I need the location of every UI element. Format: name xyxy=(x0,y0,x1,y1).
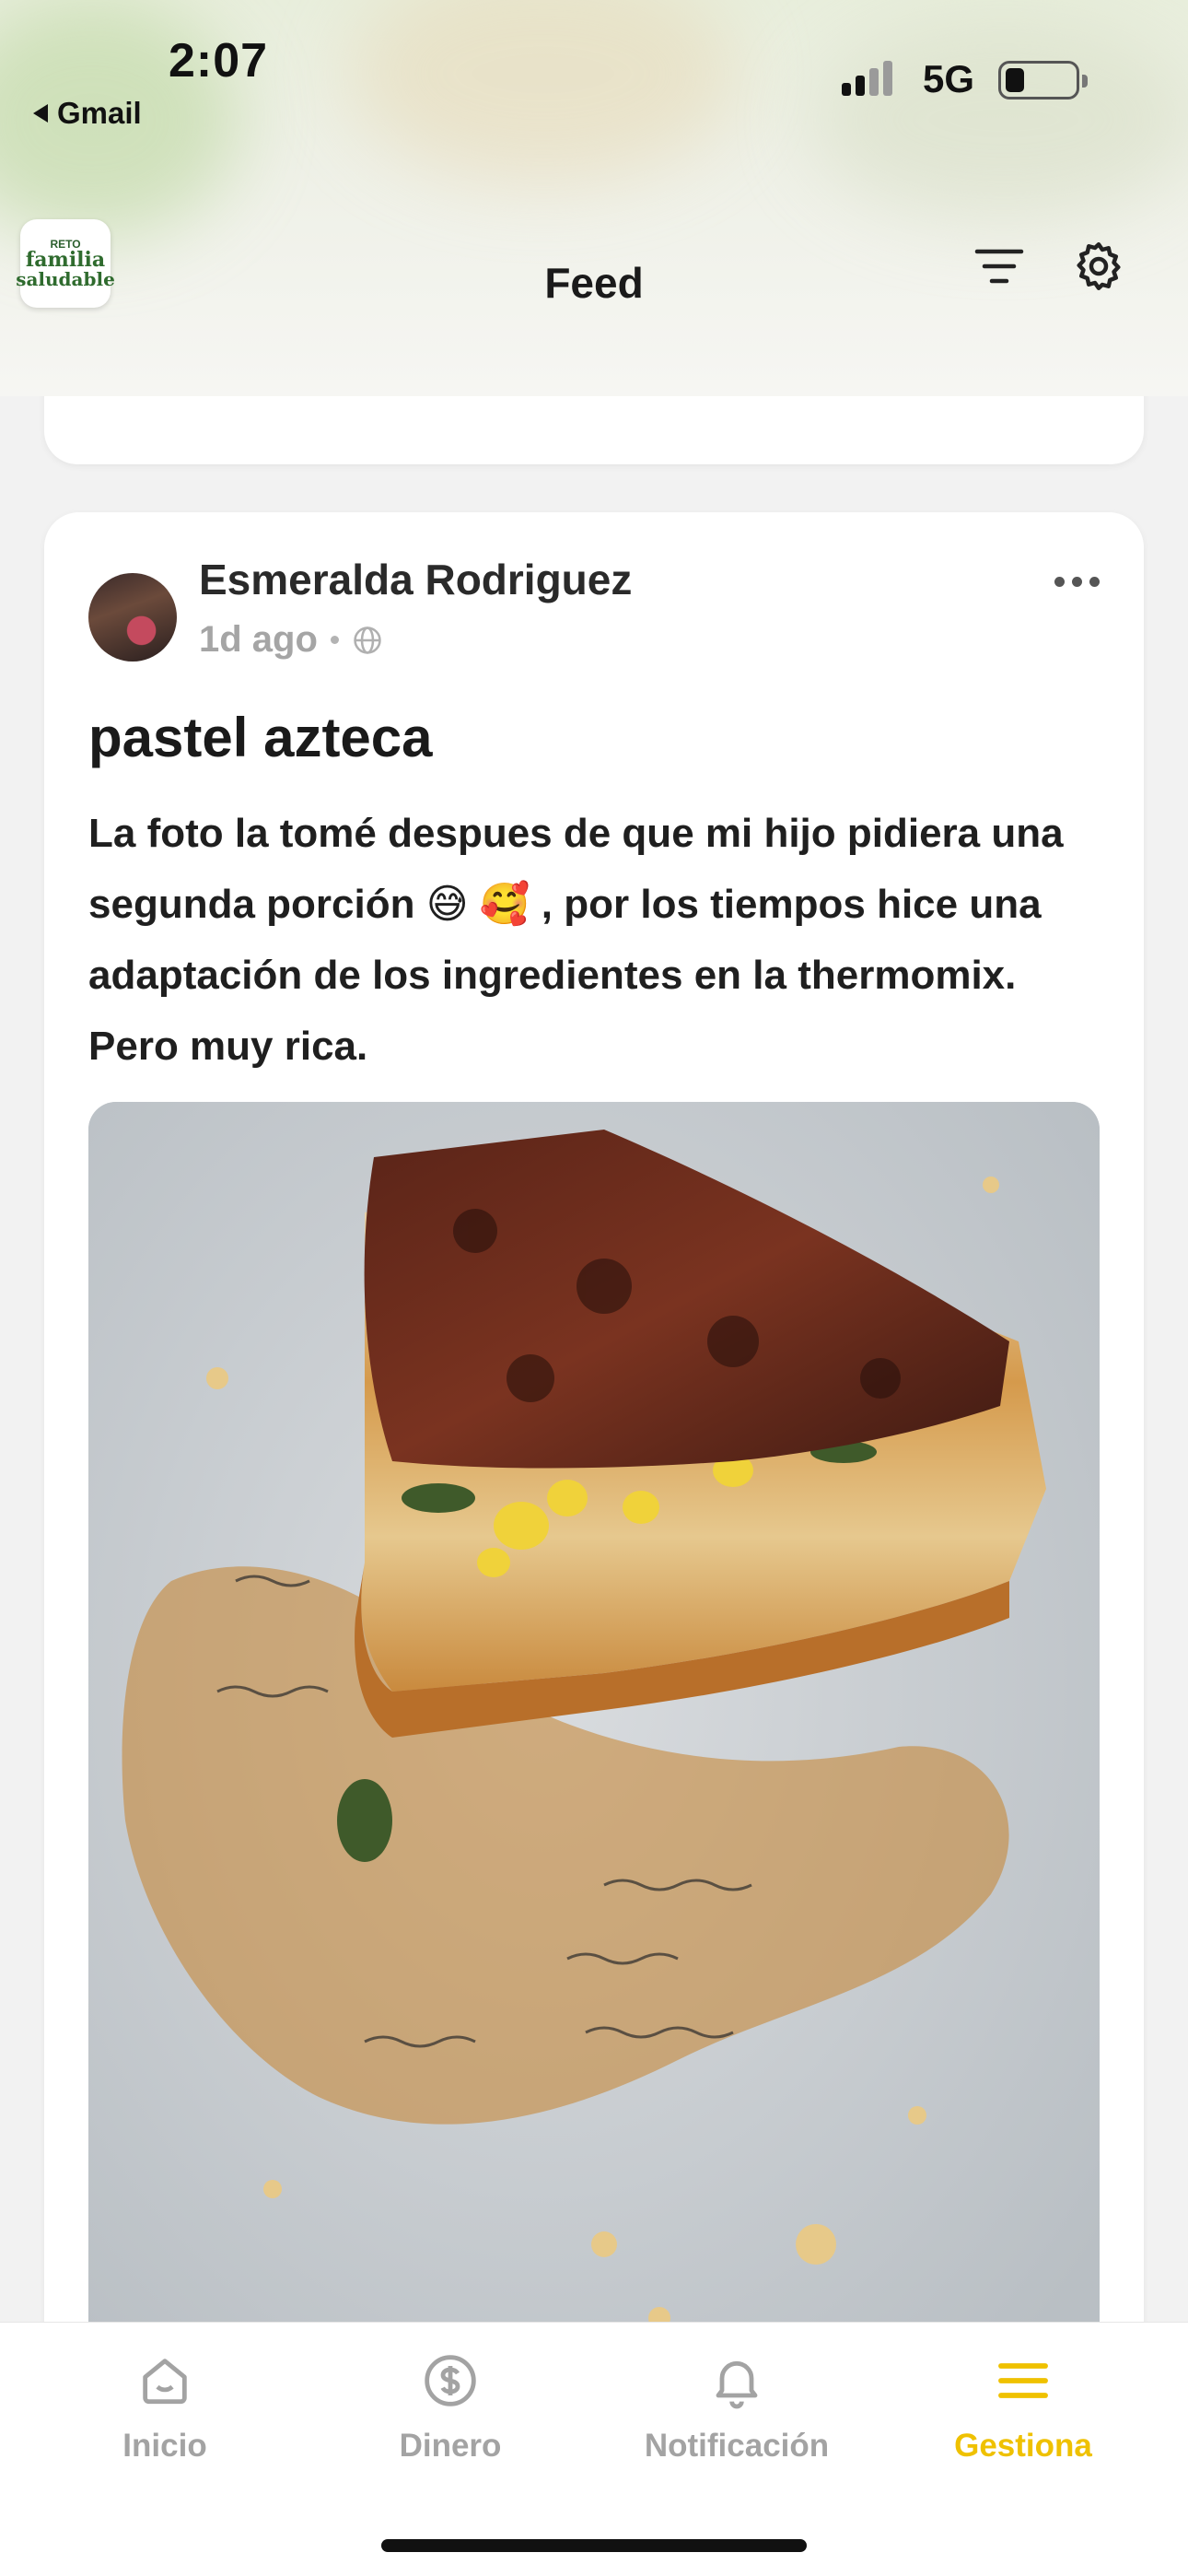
nav-item-inicio[interactable]: Inicio xyxy=(22,2347,308,2465)
header: 2:07 Gmail 5G RETO familia saludable Fee… xyxy=(0,0,1188,396)
back-to-app-button[interactable]: Gmail xyxy=(33,96,142,131)
post-author[interactable]: Esmeralda Rodriguez xyxy=(199,555,632,604)
post-image[interactable] xyxy=(88,1102,1100,2392)
post-card: Esmeralda Rodriguez 1d ago pastel azteca… xyxy=(44,512,1144,2576)
menu-icon xyxy=(989,2347,1057,2415)
nav-item-notificacion[interactable]: Notificación xyxy=(594,2347,879,2465)
post-title: pastel azteca xyxy=(88,707,433,768)
back-app-label: Gmail xyxy=(57,96,142,130)
bottom-nav: Inicio Dinero Notificación Gestiona xyxy=(0,2322,1188,2576)
home-indicator xyxy=(381,2539,807,2552)
nav-label: Dinero xyxy=(399,2428,502,2464)
post-meta: 1d ago xyxy=(199,619,383,661)
nav-item-gestiona[interactable]: Gestiona xyxy=(880,2347,1166,2465)
nav-label: Inicio xyxy=(122,2428,207,2464)
network-label: 5G xyxy=(923,57,975,100)
filter-icon[interactable] xyxy=(967,234,1031,299)
post-time: 1d ago xyxy=(199,619,318,660)
more-options-button[interactable] xyxy=(1054,577,1100,587)
home-icon xyxy=(131,2347,199,2415)
globe-icon xyxy=(354,626,381,654)
nav-label: Gestiona xyxy=(954,2428,1092,2464)
dollar-icon xyxy=(416,2347,484,2415)
cellular-signal-icon xyxy=(842,61,892,96)
gear-icon[interactable] xyxy=(1066,234,1131,299)
avatar[interactable] xyxy=(88,573,177,662)
status-time: 2:07 xyxy=(169,34,269,88)
bell-icon xyxy=(703,2347,771,2415)
nav-item-dinero[interactable]: Dinero xyxy=(308,2347,593,2465)
back-arrow-icon xyxy=(33,104,48,123)
post-body: La foto la tomé despues de que mi hijo p… xyxy=(88,811,1064,1069)
battery-icon xyxy=(998,61,1088,100)
nav-label: Notificación xyxy=(644,2428,830,2464)
